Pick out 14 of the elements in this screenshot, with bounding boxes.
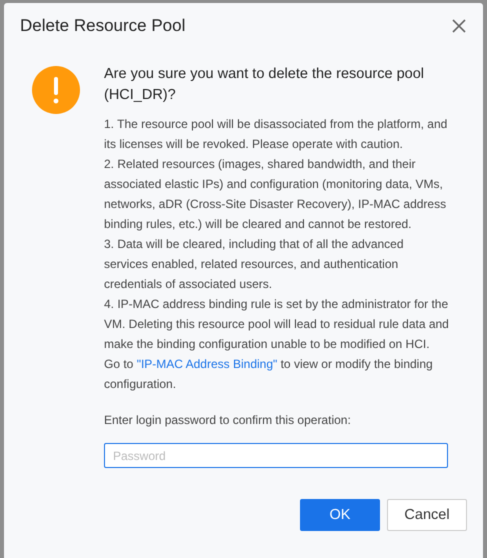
warning-note: 4. IP-MAC address binding rule is set by the administrator for the VM. Deleting this resource pool will lead to residual rule data and make the binding configuration unable to be modified on HCI. — [104, 296, 450, 353]
warning-note: 2. Related resources (images, shared bandwidth, and their associated elastic IPs) and configuration (monitoring data, VMs, networks, aDR (Cross-Site Disaster Recovery), IP-MAC address binding rules, etc.) will be cleared and cannot be restored. — [104, 156, 448, 233]
confirm-question: Are you sure you want to delete the resource pool (HCI_DR)? — [104, 65, 425, 105]
warning-note: 3. Data will be cleared, including that of all the advanced services enabled, related resources, and authentication credentials of associated users. — [104, 236, 405, 293]
binding-link[interactable]: "IP-MAC Address Binding" — [136, 357, 278, 371]
binding-hint: Go to "IP-MAC Address Binding" to view or modify the binding configuration. — [104, 356, 434, 393]
warning-icon — [32, 66, 80, 114]
warning-note: 1. The resource pool will be disassociated from the platform, and its licenses will be revoked. Please operate with caution. — [104, 116, 448, 153]
password-field[interactable]: Password — [104, 443, 448, 468]
cancel-button[interactable]: Cancel — [387, 499, 467, 531]
ok-button[interactable]: OK — [300, 499, 380, 531]
dialog-title: Delete Resource Pool — [20, 16, 186, 36]
password-label: Enter login password to confirm this operation: — [104, 412, 352, 428]
close-button[interactable] — [451, 18, 467, 34]
